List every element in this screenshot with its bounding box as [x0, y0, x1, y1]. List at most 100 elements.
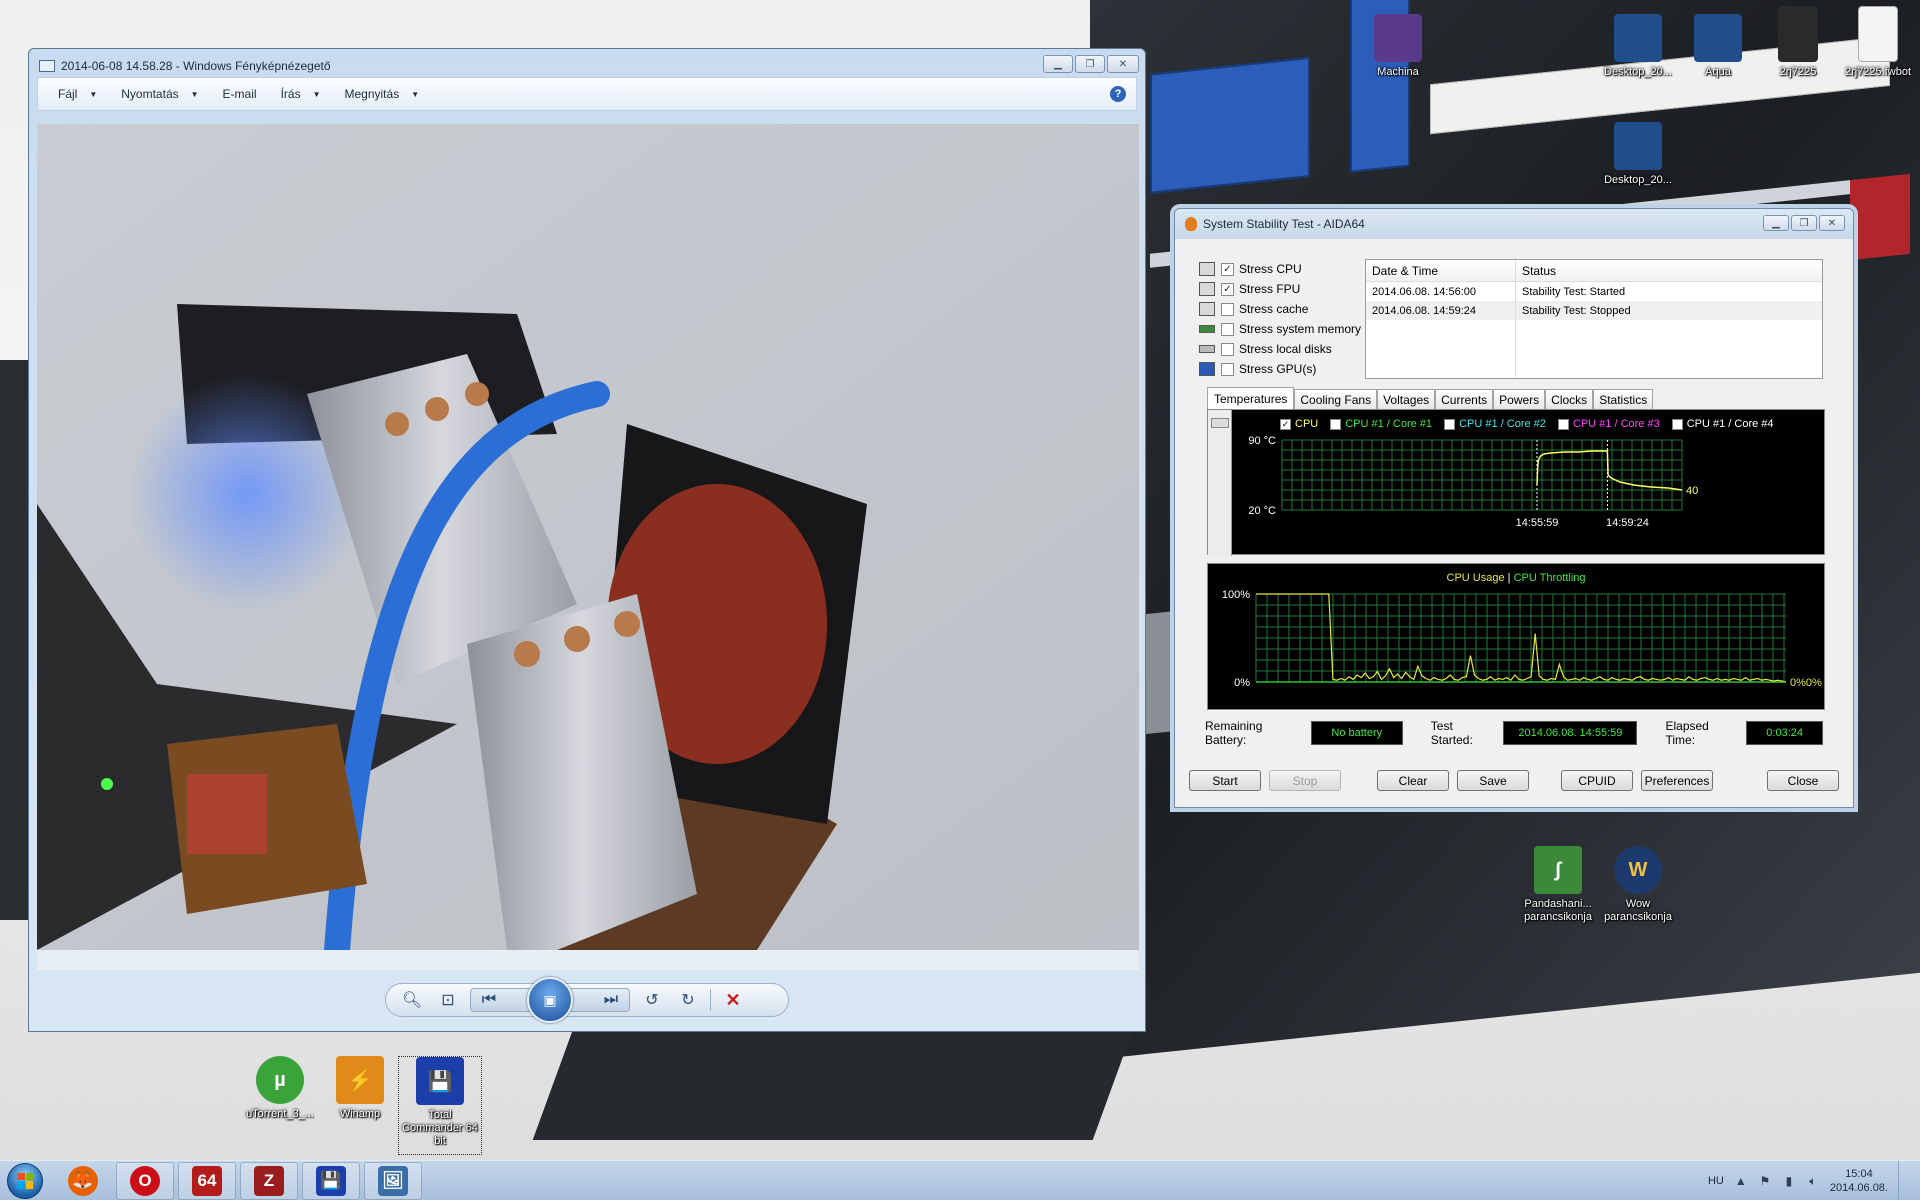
menu-email[interactable]: E-mail: [215, 84, 267, 104]
menu-fajl[interactable]: Fájl ▼: [50, 84, 107, 104]
stress-option-fpu[interactable]: ✓ Stress FPU: [1199, 279, 1361, 299]
rotate-left-button[interactable]: ↺: [638, 988, 666, 1012]
stop-button[interactable]: Stop: [1269, 770, 1341, 791]
language-indicator[interactable]: HU: [1708, 1175, 1724, 1187]
aida64-titlebar[interactable]: System Stability Test - AIDA64: [1175, 209, 1853, 239]
cpuid-button[interactable]: CPUID: [1561, 770, 1633, 791]
rotate-right-button[interactable]: ↻: [674, 988, 702, 1012]
next-button[interactable]: ⏭: [597, 988, 625, 1012]
scrollbar-thumb[interactable]: [1211, 418, 1229, 428]
desktop-icon-winamp[interactable]: ⚡ Winamp: [318, 1056, 402, 1121]
desktop-icon-label: Pandashani... parancsikonja: [1524, 898, 1592, 923]
photo-viewer-app-icon: [39, 60, 55, 72]
checkbox-checked-icon[interactable]: ✓: [1221, 282, 1234, 296]
close-button[interactable]: ✕: [1819, 215, 1845, 231]
preferences-button[interactable]: Preferences: [1641, 770, 1713, 791]
stress-option-label: Stress system memory: [1239, 322, 1362, 336]
taskbar-aida64[interactable]: 64: [178, 1161, 236, 1200]
checkbox-unchecked-icon[interactable]: [1221, 362, 1234, 376]
winamp-icon: ⚡: [336, 1056, 384, 1104]
stress-option-label: Stress local disks: [1239, 342, 1332, 356]
cpu-z-icon: Z: [254, 1165, 284, 1196]
table-header: Date & Time Status: [1366, 260, 1822, 282]
clear-button[interactable]: Clear: [1377, 770, 1449, 791]
event-log-table: Date & Time Status 2014.06.08. 14:56:00 …: [1365, 259, 1823, 379]
tab-powers[interactable]: Powers: [1493, 389, 1546, 409]
start-button[interactable]: [0, 1161, 50, 1200]
column-header-status[interactable]: Status: [1516, 260, 1822, 281]
desktop-icon-pandashani[interactable]: ∫ Pandashani... parancsikonja: [1516, 846, 1600, 924]
action-center-flag-icon[interactable]: ⚑: [1758, 1174, 1772, 1188]
network-icon[interactable]: ▮: [1782, 1174, 1796, 1188]
menu-nyomtatas[interactable]: Nyomtatás ▼: [113, 84, 208, 104]
table-row[interactable]: 2014.06.08. 14:56:00 Stability Test: Sta…: [1366, 282, 1822, 301]
slideshow-button[interactable]: ▣: [527, 977, 573, 1023]
start-button[interactable]: Start: [1189, 770, 1261, 791]
utorrent-icon: µ: [256, 1056, 304, 1104]
tab-temperatures[interactable]: Temperatures: [1207, 387, 1295, 409]
firefox-icon: 🦊: [68, 1165, 98, 1196]
desktop-icon-utorrent[interactable]: µ uTorrent_3_...: [238, 1056, 322, 1121]
zoom-button[interactable]: 🔍︎: [398, 988, 426, 1012]
maximize-button[interactable]: ❐: [1791, 215, 1817, 231]
tab-clocks[interactable]: Clocks: [1545, 389, 1594, 409]
stress-option-gpu[interactable]: Stress GPU(s): [1199, 359, 1361, 379]
desktop-icon-wow[interactable]: W Wow parancsikonja: [1596, 846, 1680, 924]
table-row[interactable]: 2014.06.08. 14:59:24 Stability Test: Sto…: [1366, 301, 1822, 320]
clock-date: 2014.06.08.: [1829, 1182, 1888, 1194]
desktop-icon-label: uTorrent_3_...: [246, 1108, 314, 1120]
desktop-icon-machina[interactable]: Machina: [1356, 14, 1440, 79]
desktop-icon-total-commander[interactable]: 💾 Total Commander 64 bit: [398, 1056, 482, 1155]
taskbar-photo-viewer[interactable]: 🖼: [364, 1161, 422, 1200]
desktop-icon-aqua[interactable]: Aqua: [1676, 14, 1760, 79]
desktop-icon-2rj7225-fwbot[interactable]: 2rj7225.fwbot: [1836, 6, 1920, 79]
minimize-button[interactable]: ▁: [1763, 215, 1789, 231]
taskbar-total-commander[interactable]: 💾: [302, 1161, 360, 1200]
stress-option-cpu[interactable]: ✓ Stress CPU: [1199, 259, 1361, 279]
taskbar-firefox[interactable]: 🦊: [54, 1162, 112, 1200]
stress-option-label: Stress CPU: [1239, 262, 1302, 276]
close-window-button[interactable]: Close: [1767, 770, 1839, 791]
volume-icon[interactable]: 🔈︎: [1806, 1174, 1820, 1188]
taskbar-opera[interactable]: O: [116, 1161, 174, 1200]
taskbar-cpu-z[interactable]: Z: [240, 1161, 298, 1200]
close-button[interactable]: ✕: [1107, 55, 1139, 73]
desktop-icon-desktop-1[interactable]: Desktop_20...: [1596, 14, 1680, 79]
checkbox-unchecked-icon[interactable]: [1221, 342, 1234, 356]
clock[interactable]: 15:04 2014.06.08.: [1830, 1167, 1888, 1195]
previous-button[interactable]: ⏮: [475, 988, 503, 1012]
column-header-date[interactable]: Date & Time: [1366, 260, 1516, 281]
dropdown-arrow-icon: ▼: [89, 89, 98, 99]
show-desktop-button[interactable]: [1898, 1161, 1910, 1200]
stress-option-disks[interactable]: Stress local disks: [1199, 339, 1361, 359]
restore-icon: ❐: [1799, 217, 1809, 229]
minimize-icon: ▁: [1054, 58, 1062, 70]
graph-scrollbar[interactable]: [1208, 410, 1232, 556]
checkbox-unchecked-icon[interactable]: [1221, 302, 1234, 316]
checkbox-checked-icon[interactable]: ✓: [1221, 262, 1234, 276]
tab-cooling-fans[interactable]: Cooling Fans: [1294, 389, 1378, 409]
menu-iras[interactable]: Írás ▼: [273, 84, 331, 104]
minimize-button[interactable]: ▁: [1043, 55, 1073, 73]
battery-value: No battery: [1310, 721, 1403, 745]
tab-voltages[interactable]: Voltages: [1377, 389, 1436, 409]
zoom-icon: 🔍︎: [401, 992, 423, 1009]
maximize-button[interactable]: ❐: [1075, 55, 1105, 73]
show-hidden-icons-icon[interactable]: ▲: [1734, 1174, 1748, 1188]
tab-statistics[interactable]: Statistics: [1593, 389, 1654, 409]
menu-megnyitas[interactable]: Megnyitás ▼: [337, 84, 430, 104]
disk-drive-icon: [1199, 345, 1215, 353]
stress-option-label: Stress FPU: [1239, 282, 1301, 296]
tab-currents[interactable]: Currents: [1435, 389, 1494, 409]
checkbox-unchecked-icon[interactable]: [1221, 322, 1234, 336]
aida64-icon: 64: [192, 1165, 222, 1196]
stress-option-cache[interactable]: Stress cache: [1199, 299, 1361, 319]
actual-size-button[interactable]: ⊡: [434, 988, 462, 1012]
desktop-icon-desktop-2[interactable]: Desktop_20...: [1596, 122, 1680, 187]
stress-option-memory[interactable]: Stress system memory: [1199, 319, 1361, 339]
save-button[interactable]: Save: [1457, 770, 1529, 791]
window-controls: ▁ ❐ ✕: [1043, 55, 1139, 73]
delete-button[interactable]: ✕: [719, 988, 747, 1012]
desktop-icon-2rj7225[interactable]: 2rj7225: [1756, 6, 1840, 79]
help-icon[interactable]: ?: [1110, 86, 1126, 102]
